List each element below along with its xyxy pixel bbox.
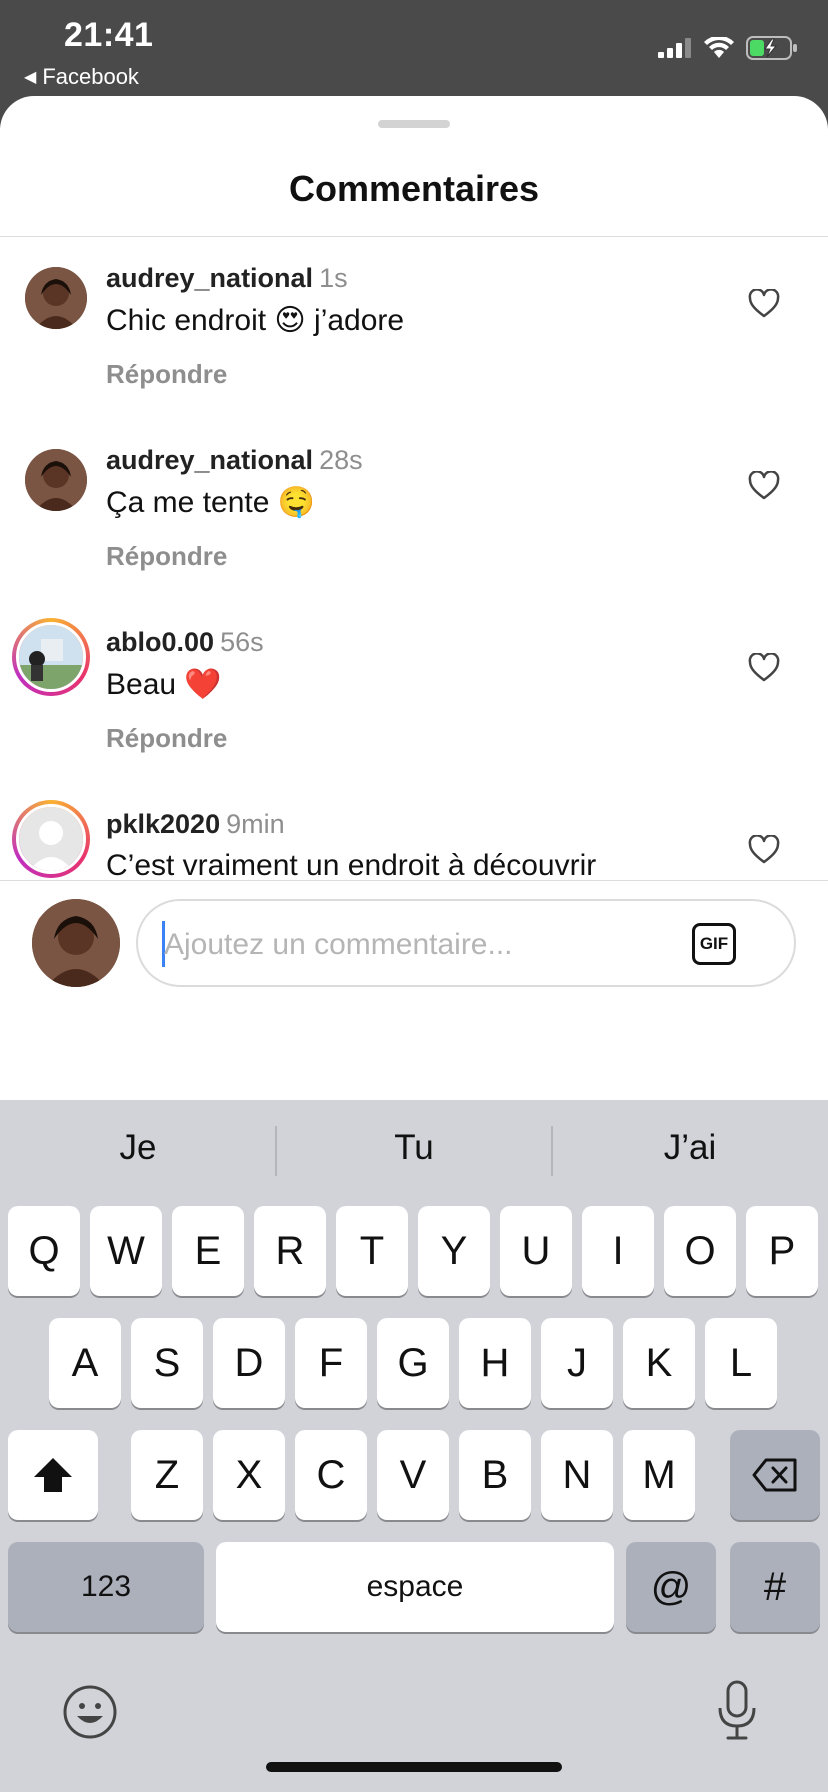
key-n[interactable]: N: [541, 1430, 613, 1520]
comment-text: Beau ❤️: [106, 668, 222, 701]
status-time: 21:41: [64, 16, 154, 54]
default-avatar-icon: [19, 807, 83, 871]
suggestion-2[interactable]: Tu: [276, 1128, 552, 1168]
space-key[interactable]: espace: [216, 1542, 614, 1632]
comments-list[interactable]: audrey_national 1s Chic endroit 😍 j’adore…: [0, 237, 828, 880]
shift-key[interactable]: [8, 1430, 98, 1520]
avatar[interactable]: [25, 267, 87, 329]
comment-time: 9min: [226, 809, 285, 839]
key-z[interactable]: Z: [131, 1430, 203, 1520]
comment-item: ablo0.00 56s Beau ❤️ Répondre: [0, 601, 828, 783]
woman-avatar-icon: [32, 899, 120, 987]
key-s[interactable]: S: [131, 1318, 203, 1408]
sheet-title: Commentaires: [288, 168, 540, 209]
key-c[interactable]: C: [295, 1430, 367, 1520]
comment-item: audrey_national 28s Ça me tente 🤤 Répondr…: [0, 419, 828, 601]
heart-icon[interactable]: [748, 653, 780, 683]
key-f[interactable]: F: [295, 1318, 367, 1408]
comment-text: C’est vraiment un endroit à découvrir: [106, 849, 597, 880]
comments-sheet: Commentaires audrey_national 1s Chic endr…: [0, 96, 828, 1100]
key-t[interactable]: T: [336, 1206, 408, 1296]
key-j[interactable]: J: [541, 1318, 613, 1408]
key-p[interactable]: P: [746, 1206, 818, 1296]
key-b[interactable]: B: [459, 1430, 531, 1520]
microphone-icon[interactable]: [716, 1680, 758, 1742]
key-d[interactable]: D: [213, 1318, 285, 1408]
comment-username[interactable]: audrey_national 28s: [106, 445, 363, 476]
username-text[interactable]: pklk2020: [106, 809, 220, 839]
status-icons: [658, 36, 798, 60]
comment-username[interactable]: audrey_national 1s: [106, 263, 348, 294]
back-to-app-link[interactable]: ◀ Facebook: [24, 64, 139, 90]
sheet-grabber[interactable]: [378, 120, 450, 128]
divider: [0, 880, 828, 881]
heart-icon[interactable]: [748, 289, 780, 319]
avatar-story-ring[interactable]: [12, 800, 90, 878]
key-y[interactable]: Y: [418, 1206, 490, 1296]
battery-charging-icon: [746, 36, 797, 60]
avatar-story-ring[interactable]: [12, 618, 90, 696]
suggestion-3[interactable]: J’ai: [552, 1128, 828, 1168]
username-text[interactable]: ablo0.00: [106, 627, 214, 657]
at-key[interactable]: @: [626, 1542, 716, 1632]
comment-item: pklk2020 9min C’est vraiment un endroit à…: [0, 783, 828, 880]
comment-username[interactable]: ablo0.00 56s: [106, 627, 264, 658]
signal-icon: [658, 38, 691, 58]
status-bar: 21:41 ◀ Facebook: [0, 0, 828, 96]
woman-avatar-icon: [25, 267, 87, 329]
key-h[interactable]: H: [459, 1318, 531, 1408]
key-w[interactable]: W: [90, 1206, 162, 1296]
key-q[interactable]: Q: [8, 1206, 80, 1296]
current-user-avatar: [32, 899, 120, 987]
comment-input[interactable]: [164, 923, 684, 967]
comment-username[interactable]: pklk2020 9min: [106, 809, 285, 840]
backspace-icon: [752, 1458, 797, 1492]
key-e[interactable]: E: [172, 1206, 244, 1296]
key-k[interactable]: K: [623, 1318, 695, 1408]
comment-input-box[interactable]: GIF: [136, 899, 796, 987]
username-text[interactable]: audrey_national: [106, 263, 313, 293]
woman-avatar-icon: [25, 449, 87, 511]
heart-icon[interactable]: [748, 835, 780, 865]
wifi-icon: [704, 37, 734, 58]
key-u[interactable]: U: [500, 1206, 572, 1296]
photo-avatar-icon: [19, 625, 83, 689]
backspace-key[interactable]: [730, 1430, 820, 1520]
key-v[interactable]: V: [377, 1430, 449, 1520]
key-a[interactable]: A: [49, 1318, 121, 1408]
shift-arrow-icon: [34, 1458, 72, 1492]
key-g[interactable]: G: [377, 1318, 449, 1408]
comment-time: 28s: [319, 445, 363, 475]
username-text[interactable]: audrey_national: [106, 445, 313, 475]
key-i[interactable]: I: [582, 1206, 654, 1296]
key-l[interactable]: L: [705, 1318, 777, 1408]
keyboard: Je Tu J’ai Q W E R T Y U I O P A S D F G…: [0, 1100, 828, 1792]
suggestion-1[interactable]: Je: [0, 1128, 276, 1168]
gif-button[interactable]: GIF: [692, 923, 736, 965]
avatar[interactable]: [25, 449, 87, 511]
key-r[interactable]: R: [254, 1206, 326, 1296]
reply-button[interactable]: Répondre: [106, 723, 227, 754]
home-indicator[interactable]: [266, 1762, 562, 1772]
emoji-keyboard-icon[interactable]: [62, 1684, 118, 1740]
reply-button[interactable]: Répondre: [106, 541, 227, 572]
key-m[interactable]: M: [623, 1430, 695, 1520]
key-x[interactable]: X: [213, 1430, 285, 1520]
key-o[interactable]: O: [664, 1206, 736, 1296]
back-app-label: Facebook: [42, 64, 139, 89]
comment-text: Chic endroit 😍 j’adore: [106, 304, 405, 337]
reply-button[interactable]: Répondre: [106, 359, 227, 390]
numbers-key[interactable]: 123: [8, 1542, 204, 1632]
hash-key[interactable]: #: [730, 1542, 820, 1632]
heart-icon[interactable]: [748, 471, 780, 501]
comment-time: 56s: [220, 627, 264, 657]
back-triangle-icon: ◀: [24, 69, 37, 86]
comment-time: 1s: [319, 263, 348, 293]
comment-text: Ça me tente 🤤: [106, 486, 316, 519]
predictive-bar: Je Tu J’ai: [0, 1100, 828, 1200]
comment-item: audrey_national 1s Chic endroit 😍 j’adore…: [0, 237, 828, 419]
